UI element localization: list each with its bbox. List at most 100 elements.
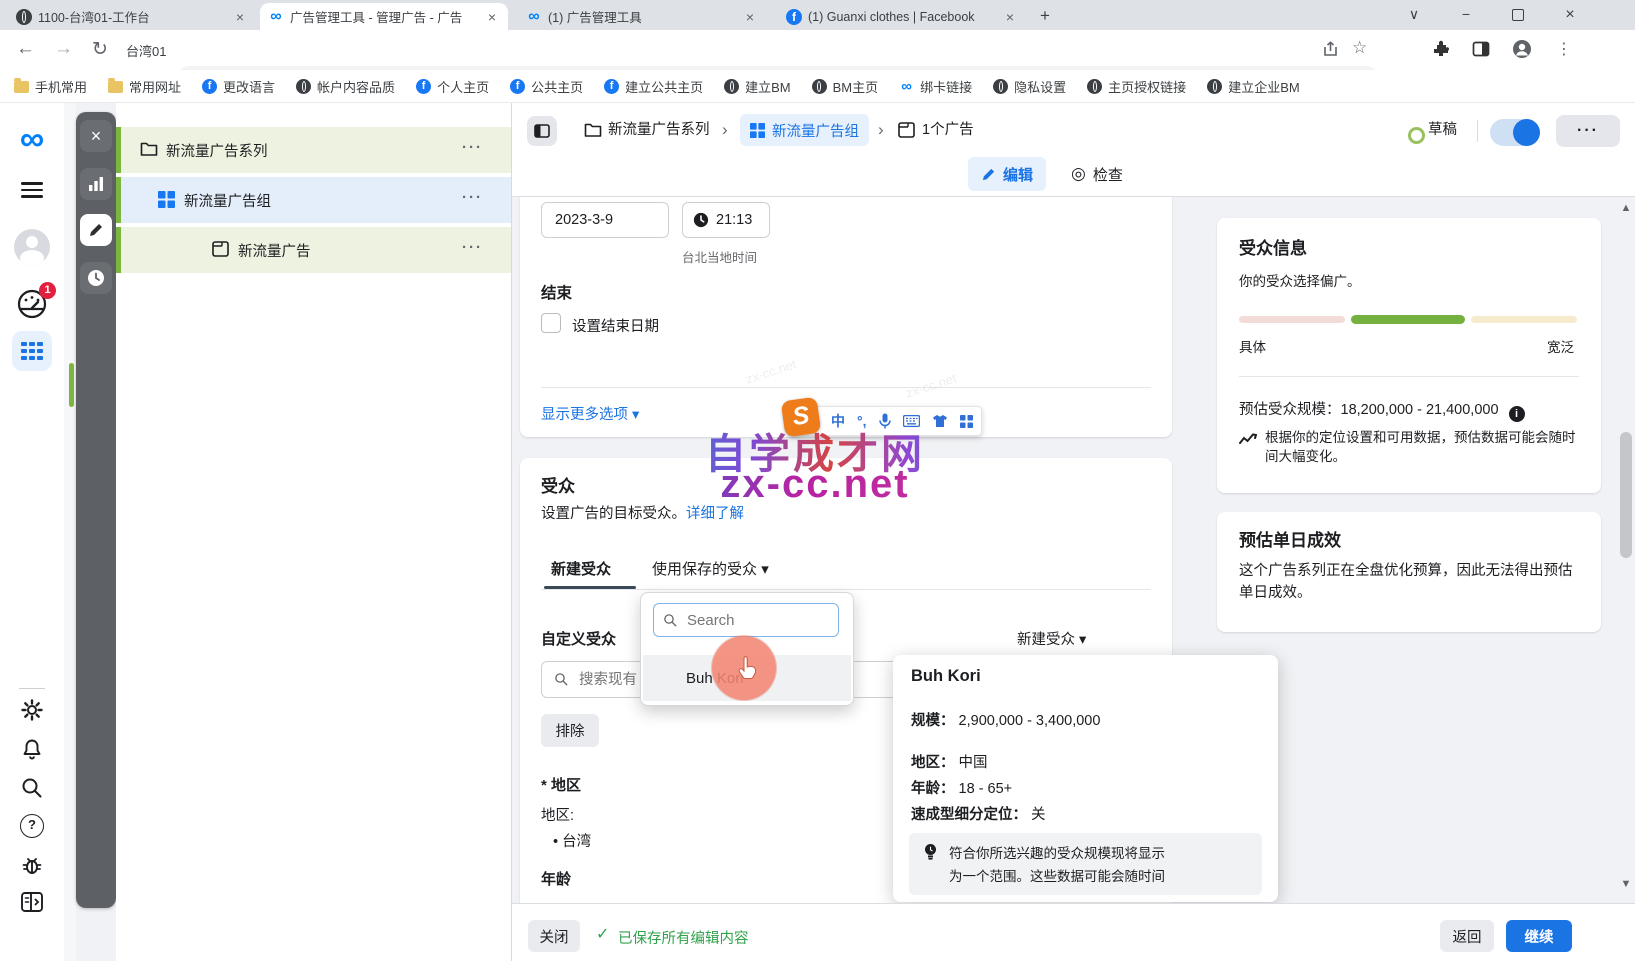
forward-icon[interactable]: → [54,38,73,60]
new-tab-button[interactable]: + [1040,6,1050,26]
draft-status-icon [1408,127,1425,144]
bookmark-item[interactable]: f公共主页 [510,77,583,96]
dropdown-search-field[interactable] [653,603,839,637]
bookmark-item[interactable]: 帐户内容品质 [296,77,395,96]
browser-tab[interactable]: f (1) Guanxi clothes | Facebook × [778,3,1026,30]
window-minimize-button[interactable]: − [1444,0,1488,29]
scroll-down-icon[interactable]: ▼ [1617,878,1635,890]
window-maximize-button[interactable] [1496,0,1540,29]
bug-report-icon[interactable] [0,853,64,877]
start-time-field[interactable]: 21:13 [682,202,770,238]
meta-favicon: ∞ [268,9,284,25]
pencil-icon [981,167,996,182]
adset-grid-icon [750,123,765,138]
exclude-button[interactable]: 排除 [541,714,599,747]
scale-right-label: 宽泛 [1547,338,1574,357]
audience-info-panel: 受众信息 你的受众选择偏广。 具体 宽泛 预估受众规模：18,200,000 -… [1217,218,1601,493]
tab-new-audience[interactable]: 新建受众 [551,558,611,579]
edit-pencil-icon[interactable] [80,214,112,246]
show-more-options-link[interactable]: 显示更多选项 ▾ [541,403,639,424]
tab-close-icon[interactable]: × [232,9,248,25]
back-icon[interactable]: ← [16,38,35,60]
close-button[interactable]: 关闭 [528,920,580,952]
history-clock-icon[interactable] [80,262,112,294]
tab-close-icon[interactable]: × [742,9,758,25]
side-panel-icon[interactable] [1472,40,1490,58]
back-button[interactable]: 返回 [1440,920,1494,952]
close-icon[interactable]: × [80,120,112,152]
share-icon[interactable] [1322,41,1339,58]
bookmark-item[interactable]: 隐私设置 [993,77,1066,96]
divider [1239,376,1579,377]
bookmark-item[interactable]: 建立企业BM [1207,77,1300,96]
bookmark-item[interactable]: ∞绑卡链接 [899,77,972,96]
ads-manager-speedometer-icon[interactable]: 1 [0,288,64,320]
caret-down-icon: ▾ [1079,632,1086,648]
browser-tab[interactable]: 1100-台湾01-工作台 × [8,3,256,30]
publish-toggle[interactable] [1490,119,1540,146]
new-audience-dropdown[interactable]: 新建受众 ▾ [1017,628,1086,649]
set-end-date-checkbox[interactable] [541,313,561,333]
draft-edge [116,227,121,273]
chevron-right-icon: › [722,114,728,146]
bookmark-item[interactable]: 主页授权链接 [1087,77,1186,96]
header-overflow-menu[interactable]: ··· [1556,115,1620,147]
breadcrumb-campaign[interactable]: 新流量广告系列 [608,114,710,146]
menu-hamburger-icon[interactable] [0,182,64,198]
continue-button[interactable]: 继续 [1506,920,1572,952]
bookmark-item[interactable]: BM主页 [812,77,879,96]
bookmark-item[interactable]: f更改语言 [202,77,275,96]
timezone-note: 台北当地时间 [682,247,757,266]
notifications-bell-icon[interactable] [0,737,64,761]
browser-menu-icon[interactable]: ⋮ [1556,39,1572,59]
tab-review[interactable]: ◎ 检查 [1058,157,1136,191]
tab-edit[interactable]: 编辑 [968,157,1046,191]
campaigns-table-icon[interactable] [0,331,64,371]
tab-close-icon[interactable]: × [1002,9,1018,25]
tree-item-ad[interactable]: 新流量广告 ··· [116,227,511,273]
overflow-menu-icon[interactable]: ··· [462,189,483,206]
meter-broad-segment [1471,316,1577,323]
dropdown-search-input[interactable] [685,611,829,630]
bookmark-item[interactable]: f建立公共主页 [604,77,703,96]
extensions-puzzle-icon[interactable] [1432,40,1450,58]
tab-close-icon[interactable]: × [484,9,500,25]
folder-icon [108,81,123,93]
scrollbar-thumb[interactable] [1620,432,1632,558]
divider [1477,120,1478,142]
bookmark-item[interactable]: f个人主页 [416,77,489,96]
settings-gear-icon[interactable] [0,698,64,722]
help-icon[interactable]: ? [0,814,64,838]
window-close-button[interactable]: × [1548,0,1592,29]
bookmark-item[interactable]: 建立BM [724,77,791,96]
breadcrumb-ad-count[interactable]: 1个广告 [922,114,974,146]
profile-label[interactable]: 台湾01 [126,41,166,60]
collapse-panel-icon[interactable] [0,891,64,913]
tab-saved-audience[interactable]: 使用保存的受众 ▾ [652,558,769,579]
search-icon[interactable] [0,776,64,800]
browser-profile-avatar-icon[interactable] [1512,39,1532,59]
chart-bars-icon[interactable] [80,168,112,200]
info-icon[interactable]: i [1509,406,1525,422]
scroll-up-icon[interactable]: ▲ [1617,202,1635,214]
browser-tab[interactable]: ∞ (1) 广告管理工具 × [518,3,766,30]
overflow-menu-icon[interactable]: ··· [462,139,483,156]
bookmark-star-icon[interactable]: ☆ [1352,38,1367,58]
meta-logo-icon[interactable]: ∞ [0,122,64,156]
window-chevron-button[interactable]: ∨ [1392,0,1436,29]
learn-more-link[interactable]: 详细了解 [686,506,744,522]
collapse-sidebar-icon[interactable] [527,116,557,146]
start-date-field[interactable]: 2023-3-9 [541,202,669,238]
tree-item-adset-selected[interactable]: 新流量广告组 ··· [116,177,511,223]
browser-tab-active[interactable]: ∞ 广告管理工具 - 管理广告 - 广告 × [260,3,508,30]
globe-favicon [16,9,32,25]
overflow-menu-icon[interactable]: ··· [462,239,483,256]
bookmark-item[interactable]: 手机常用 [14,77,87,96]
bookmark-item[interactable]: 常用网址 [108,77,181,96]
globe-icon [724,79,739,94]
breadcrumb-adset-selected[interactable]: 新流量广告组 [740,114,869,146]
tree-item-campaign[interactable]: 新流量广告系列 ··· [116,127,511,173]
lightbulb-icon [923,843,938,861]
reload-icon[interactable]: ↻ [92,38,108,61]
avatar[interactable] [0,229,64,265]
